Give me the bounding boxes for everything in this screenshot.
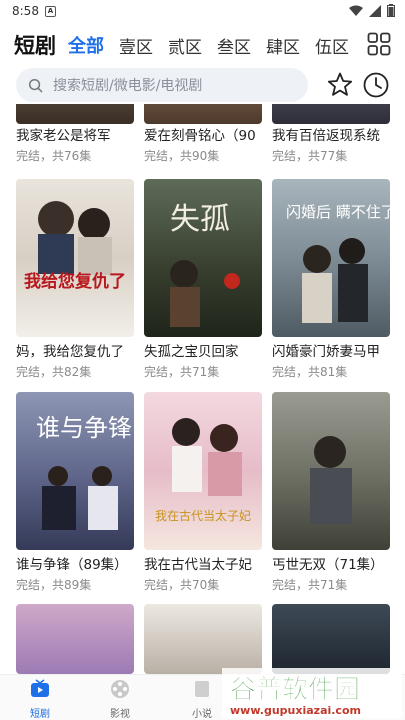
drama-grid: 我家老公是将军 完结，共76集 爱在刻骨铭心（90 完结，共90集 我有百倍返现…: [0, 104, 405, 674]
poster-art: 失孤: [170, 202, 240, 327]
status-time: 8:58: [12, 4, 39, 18]
favorites-star-icon[interactable]: [326, 71, 354, 99]
drama-poster[interactable]: [272, 392, 390, 550]
poster-art: 谁与争锋: [36, 414, 132, 530]
poster-title-text: 我给您复仇了: [24, 271, 126, 292]
poster-title-text: 闪婚后 瞒不住了: [286, 203, 390, 221]
poster-title-text: 失孤: [170, 202, 230, 237]
drama-title: 我家老公是将军: [16, 128, 111, 144]
drama-status: 完结，共89集: [16, 578, 92, 592]
drama-poster[interactable]: 我在古代当太子妃: [144, 392, 262, 550]
drama-card[interactable]: 闪婚后 瞒不住了 闪婚豪门娇妻马甲 完结，共81集: [272, 179, 392, 381]
drama-poster[interactable]: 我给您复仇了: [16, 179, 134, 337]
drama-card[interactable]: 谁与争锋 谁与争锋（89集） 完结，共89集: [16, 392, 136, 594]
drama-card[interactable]: 我有百倍返现系统 完结，共77集: [272, 104, 392, 165]
poster-art: [310, 436, 352, 524]
watermark-brand-text: 谷普软件园: [230, 674, 360, 705]
drama-status: 完结，共82集: [16, 365, 92, 379]
search-row: 搜索短剧/微电影/电视剧: [0, 68, 405, 104]
drama-poster[interactable]: [144, 104, 262, 124]
drama-status: 完结，共70集: [144, 578, 220, 592]
poster-title-text: 谁与争锋: [36, 414, 132, 442]
drama-title: 丐世无双（71集）: [272, 557, 384, 573]
tab-zone-4[interactable]: 肆区: [266, 33, 300, 58]
drama-title: 妈，我给您复仇了: [16, 344, 124, 360]
film-reel-icon: [111, 680, 129, 698]
search-placeholder: 搜索短剧/微电影/电视剧: [53, 78, 203, 94]
tv-icon: [31, 679, 49, 697]
page-title: 短剧: [14, 34, 56, 58]
nav-movies[interactable]: 影视: [90, 679, 150, 720]
drama-card[interactable]: 我在古代当太子妃 我在古代当太子妃 完结，共70集: [144, 392, 264, 594]
drama-poster[interactable]: [272, 104, 390, 124]
tab-zone-1[interactable]: 壹区: [119, 33, 153, 58]
drama-card[interactable]: [16, 604, 136, 674]
drama-card[interactable]: 失孤 失孤之宝贝回家 完结，共71集: [144, 179, 264, 381]
nav-label: 影视: [110, 709, 130, 720]
nav-short-drama[interactable]: 短剧: [10, 679, 70, 720]
drama-title: 爱在刻骨铭心（90: [144, 128, 256, 144]
drama-poster[interactable]: 失孤: [144, 179, 262, 337]
watermark-logo: 谷普软件园 www.gupuxiazai.com: [218, 638, 405, 720]
status-bar: 8:58 A: [0, 0, 405, 22]
battery-icon: [387, 4, 395, 17]
wifi-icon: [349, 5, 363, 16]
tab-zone-3[interactable]: 叁区: [217, 33, 251, 58]
category-tabs: 短剧 全部 壹区 贰区 叁区 肆区 伍区: [0, 26, 405, 64]
watermark-url-text: www.gupuxiazai.com: [230, 704, 361, 717]
search-input[interactable]: 搜索短剧/微电影/电视剧: [16, 68, 308, 102]
drama-title: 失孤之宝贝回家: [144, 344, 239, 360]
notification-icon: A: [44, 5, 56, 17]
drama-card[interactable]: 爱在刻骨铭心（90 完结，共90集: [144, 104, 264, 165]
poster-art: 我在古代当太子妃: [155, 418, 251, 523]
tab-all[interactable]: 全部: [68, 32, 104, 58]
drama-title: 谁与争锋（89集）: [16, 557, 128, 573]
drama-status: 完结，共81集: [272, 365, 348, 379]
drama-title: 我有百倍返现系统: [272, 128, 380, 144]
drama-status: 完结，共71集: [272, 578, 348, 592]
drama-status: 完结，共77集: [272, 149, 348, 163]
search-icon: [28, 78, 43, 92]
drama-poster[interactable]: [16, 104, 134, 124]
nav-label: 短剧: [30, 709, 50, 720]
drama-poster[interactable]: [16, 604, 134, 674]
signal-icon: [369, 4, 381, 17]
tab-zone-5[interactable]: 伍区: [315, 33, 349, 58]
drama-status: 完结，共90集: [144, 149, 220, 163]
category-grid-icon[interactable]: [367, 32, 391, 56]
poster-art: 闪婚后 瞒不住了: [286, 203, 390, 323]
drama-status: 完结，共71集: [144, 365, 220, 379]
drama-status: 完结，共76集: [16, 149, 92, 163]
drama-card[interactable]: 我给您复仇了 妈，我给您复仇了 完结，共82集: [16, 179, 136, 381]
drama-poster[interactable]: 谁与争锋: [16, 392, 134, 550]
poster-art: 我给您复仇了: [24, 201, 126, 292]
drama-title: 闪婚豪门娇妻马甲: [272, 344, 380, 360]
drama-title: 我在古代当太子妃: [144, 557, 252, 573]
drama-poster[interactable]: 闪婚后 瞒不住了: [272, 179, 390, 337]
poster-title-text: 我在古代当太子妃: [155, 508, 251, 523]
history-clock-icon[interactable]: [362, 71, 390, 99]
drama-card[interactable]: 丐世无双（71集） 完结，共71集: [272, 392, 392, 594]
tab-zone-2[interactable]: 贰区: [168, 33, 202, 58]
book-icon: [195, 681, 209, 697]
status-icons: [349, 4, 395, 17]
drama-card[interactable]: 我家老公是将军 完结，共76集: [16, 104, 136, 165]
